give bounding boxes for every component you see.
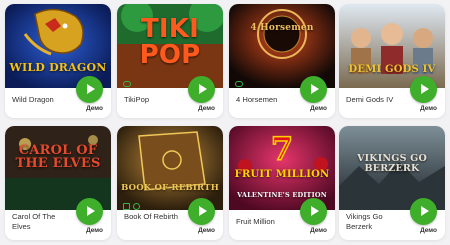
game-thumbnail[interactable]: TIKI POP <box>117 4 223 88</box>
game-thumbnail[interactable]: BOOK OF REBIRTH <box>117 126 223 210</box>
svg-text:7: 7 <box>271 130 293 168</box>
game-card-book-of-rebirth[interactable]: BOOK OF REBIRTH Book Of Rebirth Демо <box>117 126 223 240</box>
demo-link[interactable]: Демо <box>198 105 215 112</box>
live-badge <box>123 81 131 90</box>
demo-link[interactable]: Демо <box>86 105 103 112</box>
game-name: TikiPop <box>124 95 150 104</box>
play-button[interactable] <box>188 76 215 103</box>
play-button[interactable] <box>76 76 103 103</box>
games-grid: WILD DRAGON Wild Dragon Демо TIKI POP Ti… <box>0 0 450 245</box>
game-name: Demi Gods IV <box>346 95 394 104</box>
game-thumbnail[interactable]: WILD DRAGON <box>5 4 111 88</box>
demo-link[interactable]: Демо <box>198 227 215 234</box>
live-badge <box>235 81 243 90</box>
book-of-rebirth-art <box>117 126 223 210</box>
game-card-demi-gods-iv[interactable]: DEMI GODS IV Demi Gods IV Демо <box>339 4 445 118</box>
art-title: VIKINGS GO BERZERK <box>357 153 427 174</box>
demo-link[interactable]: Демо <box>420 105 437 112</box>
demo-link[interactable]: Демо <box>420 227 437 234</box>
play-button[interactable] <box>76 198 103 225</box>
game-name: Vikings Go Berzerk <box>346 212 383 231</box>
game-name: Book Of Rebirth <box>124 212 179 221</box>
game-name: Wild Dragon <box>12 95 54 104</box>
game-card-vikings-go-berzerk[interactable]: VIKINGS GO BERZERK Vikings Go Berzerk Де… <box>339 126 445 240</box>
game-card-4-horsemen[interactable]: 4 Horsemen 4 Horsemen Демо <box>229 4 335 118</box>
art-subtitle: VALENTINE'S EDITION <box>237 191 327 199</box>
game-card-carol-of-the-elves[interactable]: CAROL OF THE ELVES Carol Of The Elves Де… <box>5 126 111 240</box>
bonus-icon <box>133 203 140 210</box>
art-title: DEMI GODS IV <box>348 64 436 75</box>
play-button[interactable] <box>300 198 327 225</box>
game-card-wild-dragon[interactable]: WILD DRAGON Wild Dragon Демо <box>5 4 111 118</box>
4-horsemen-art <box>229 4 335 88</box>
art-title: 4 Horsemen <box>250 23 314 33</box>
game-thumbnail[interactable]: 4 Horsemen <box>229 4 335 88</box>
art-title: WILD DRAGON <box>9 61 107 74</box>
play-button[interactable] <box>410 198 437 225</box>
art-title: CAROL OF THE ELVES <box>15 143 101 171</box>
trophy-icon <box>123 203 130 210</box>
demo-link[interactable]: Демо <box>310 105 327 112</box>
demo-link[interactable]: Демо <box>310 227 327 234</box>
game-thumbnail[interactable]: CAROL OF THE ELVES <box>5 126 111 210</box>
play-button[interactable] <box>188 198 215 225</box>
game-name: Fruit Million <box>236 217 275 226</box>
art-title: FRUIT MILLION <box>234 169 330 180</box>
play-button[interactable] <box>300 76 327 103</box>
demi-gods-art <box>339 4 445 88</box>
demo-link[interactable]: Демо <box>86 227 103 234</box>
game-name: Carol Of The Elves <box>12 212 56 231</box>
game-thumbnail[interactable]: 7 FRUIT MILLION VALENTINE'S EDITION <box>229 126 335 210</box>
game-name: 4 Horsemen <box>236 95 278 104</box>
game-thumbnail[interactable]: VIKINGS GO BERZERK <box>339 126 445 210</box>
wild-dragon-art <box>5 4 111 88</box>
game-card-fruit-million[interactable]: 7 FRUIT MILLION VALENTINE'S EDITION Frui… <box>229 126 335 240</box>
play-button[interactable] <box>410 76 437 103</box>
art-title: TIKI POP <box>139 14 201 70</box>
game-thumbnail[interactable]: DEMI GODS IV <box>339 4 445 88</box>
game-card-tikipop[interactable]: TIKI POP TikiPop Демо <box>117 4 223 118</box>
art-title: BOOK OF REBIRTH <box>121 183 219 193</box>
